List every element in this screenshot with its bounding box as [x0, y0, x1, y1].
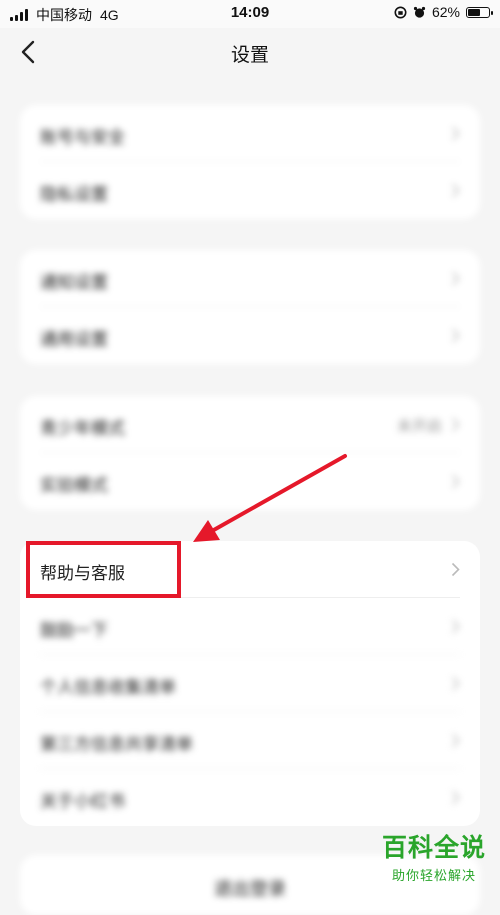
- settings-item-label: 鼓励一下: [40, 621, 108, 640]
- chevron-right-icon: [451, 126, 460, 141]
- settings-item-label: 通用设置: [40, 330, 108, 349]
- settings-item-personal-info-list[interactable]: 个人信息收集清单: [20, 655, 480, 712]
- settings-item-label: 隐私设置: [40, 185, 108, 204]
- status-bar: 中国移动 4G 14:09 62%: [0, 0, 500, 28]
- page-title: 设置: [230, 45, 269, 66]
- watermark-logo: 百科全说 助你轻松解决: [382, 828, 486, 884]
- settings-item-teen-mode[interactable]: 青少年模式 未开启: [20, 396, 480, 453]
- chevron-right-icon: [451, 619, 460, 634]
- chevron-right-icon: [451, 733, 460, 748]
- settings-item-label: 第三方信息共享清单: [40, 735, 193, 754]
- settings-group-modes: 青少年模式 未开启 实验模式: [20, 396, 480, 510]
- settings-item-account-security[interactable]: 账号与安全: [20, 105, 480, 162]
- settings-item-lab-mode[interactable]: 实验模式: [20, 453, 480, 510]
- watermark-subtitle: 助你轻松解决: [391, 868, 476, 883]
- settings-item-privacy[interactable]: 隐私设置: [20, 162, 480, 219]
- chevron-right-icon: [451, 328, 460, 343]
- settings-item-label: 青少年模式: [40, 419, 125, 438]
- chevron-right-icon: [451, 271, 460, 286]
- settings-item-label: 个人信息收集清单: [40, 678, 176, 697]
- chevron-right-icon: [451, 417, 460, 432]
- chevron-right-icon: [451, 183, 460, 198]
- battery-percent: 62%: [431, 4, 460, 20]
- orientation-lock-icon: [394, 6, 407, 18]
- nav-bar: 设置: [0, 28, 500, 76]
- settings-item-label: 账号与安全: [40, 128, 125, 147]
- settings-group-account: 账号与安全 隐私设置: [20, 105, 480, 219]
- settings-item-third-party-list[interactable]: 第三方信息共享清单: [20, 712, 480, 769]
- settings-item-general[interactable]: 通用设置: [20, 307, 480, 364]
- annotation-highlight-box: [26, 541, 181, 598]
- settings-item-label: 通知设置: [40, 273, 108, 292]
- chevron-right-icon: [451, 676, 460, 691]
- settings-item-about[interactable]: 关于小红书: [20, 769, 480, 826]
- battery-icon: [466, 6, 493, 18]
- status-right: 62%: [394, 4, 493, 20]
- battery-level: [468, 8, 480, 16]
- watermark-title: 百科全说: [381, 834, 486, 862]
- chevron-right-icon: [451, 474, 460, 489]
- settings-item-label: 关于小红书: [40, 792, 125, 811]
- chevron-right-icon: [451, 562, 460, 577]
- settings-item-value: 未开启: [396, 418, 442, 435]
- settings-item-notifications[interactable]: 通知设置: [20, 250, 480, 307]
- settings-group-help-blurred: 鼓励一下 个人信息收集清单 第三方信息共享清单 关于小红书: [20, 598, 480, 826]
- settings-item-label: 实验模式: [40, 476, 108, 495]
- alarm-icon: [413, 6, 426, 18]
- chevron-right-icon: [451, 790, 460, 805]
- settings-item-encourage[interactable]: 鼓励一下: [20, 598, 480, 655]
- settings-group-general: 通知设置 通用设置: [20, 250, 480, 364]
